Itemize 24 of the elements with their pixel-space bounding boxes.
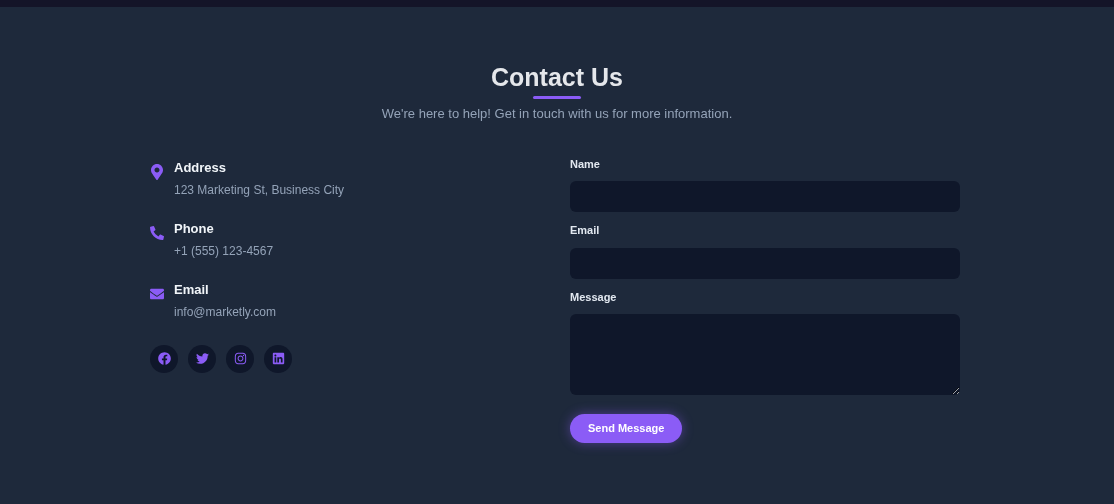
- subtitle: We're here to help! Get in touch with us for more information.: [381, 105, 733, 123]
- contact-value: +1 (555) 123-4567: [174, 242, 274, 260]
- title-underline: [533, 96, 581, 99]
- twitter-link[interactable]: [188, 344, 216, 373]
- linkedin-icon: [271, 352, 285, 365]
- facebook-link[interactable]: [150, 344, 178, 373]
- location-pin-icon: [150, 163, 164, 180]
- field-label: Email: [570, 223, 601, 238]
- contact-label: Phone: [174, 220, 215, 237]
- camera-icon: [233, 352, 247, 365]
- facebook-icon: [157, 352, 171, 365]
- send-message-button[interactable]: Send Message: [570, 414, 683, 443]
- field-label: Name: [570, 156, 601, 172]
- page-title: Contact Us: [491, 62, 623, 92]
- message-field[interactable]: [570, 314, 960, 395]
- contact-label: Address: [174, 159, 228, 176]
- contact-value: info@marketly.com: [174, 303, 276, 321]
- contact-label: Email: [174, 281, 210, 298]
- bird-icon: [195, 352, 209, 365]
- field-label: Message: [570, 289, 618, 305]
- phone-icon: [150, 224, 164, 241]
- linkedin-link[interactable]: [264, 344, 292, 373]
- instagram-link[interactable]: [226, 344, 254, 373]
- contact-value: 123 Marketing St, Business City: [174, 181, 345, 199]
